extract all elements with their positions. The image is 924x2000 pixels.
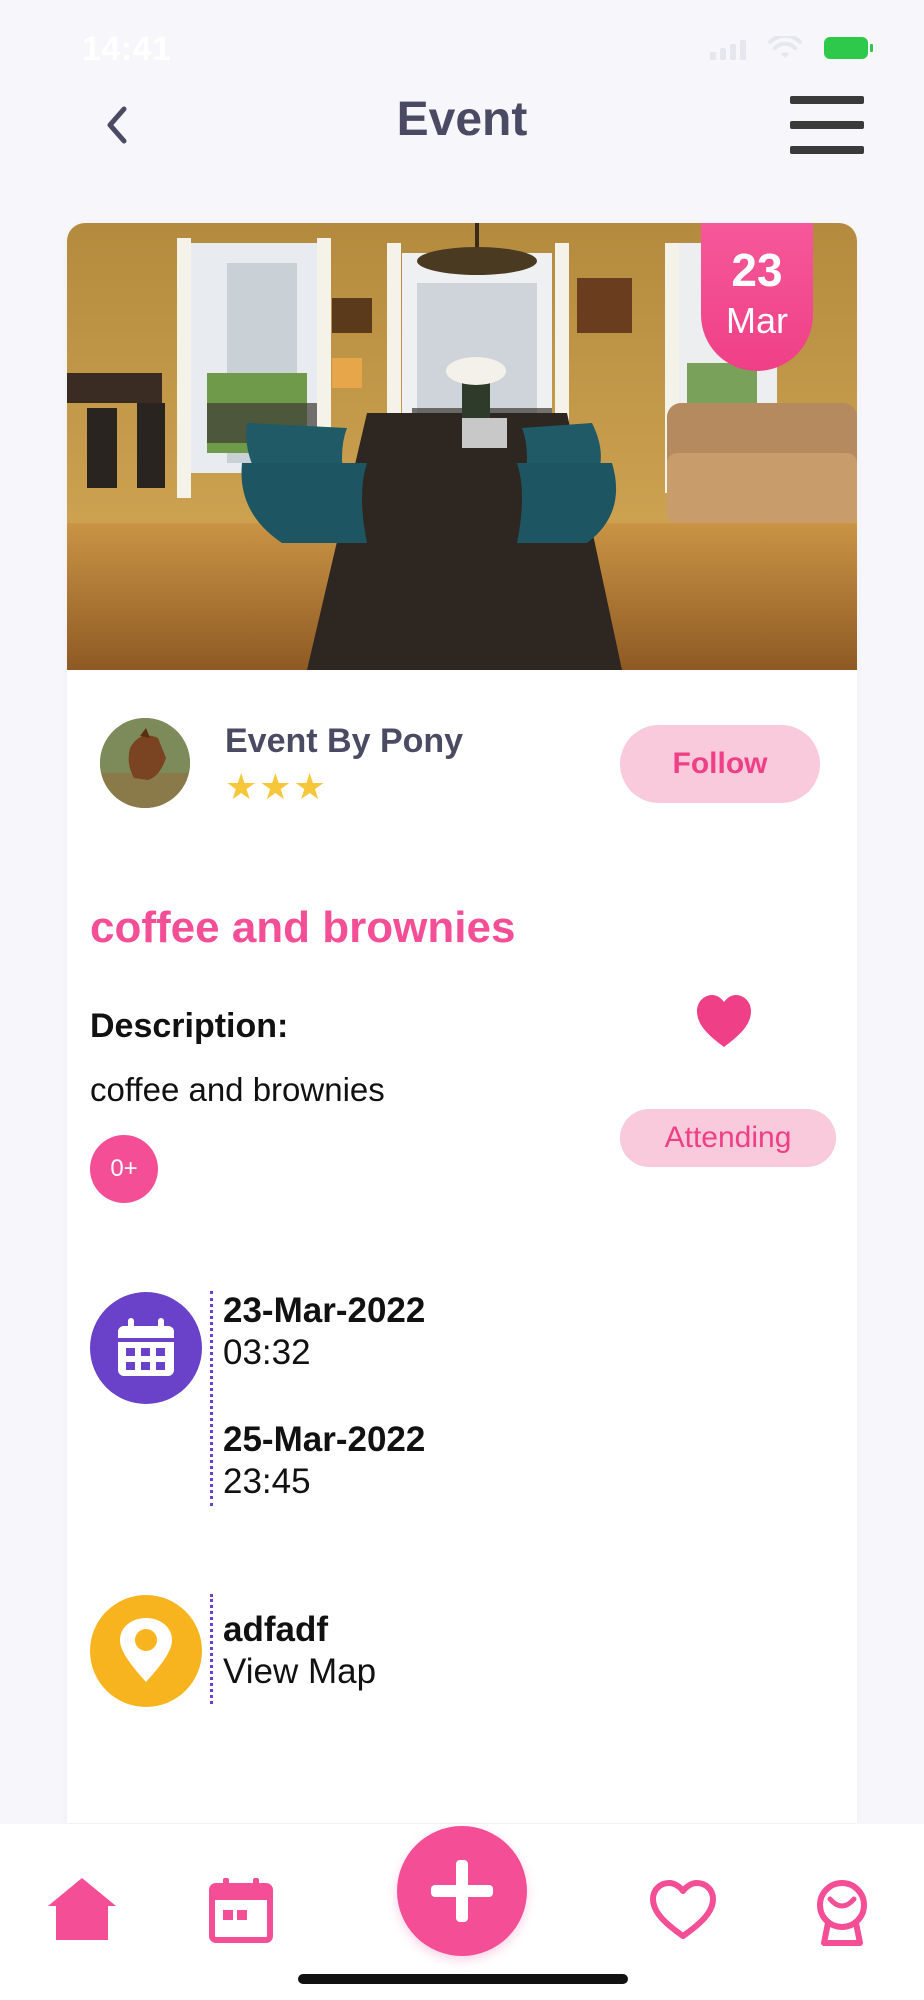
start-date-block: 23-Mar-2022 03:32 bbox=[223, 1290, 425, 1374]
organizer-row: Event By Pony ★★★ Follow bbox=[67, 670, 857, 830]
avatar-image bbox=[100, 718, 190, 808]
start-date: 23-Mar-2022 bbox=[223, 1291, 426, 1330]
home-indicator[interactable] bbox=[298, 1974, 628, 1984]
nav-calendar[interactable] bbox=[205, 1874, 277, 1946]
avatar[interactable] bbox=[100, 718, 190, 808]
age-badge: 0+ bbox=[90, 1135, 158, 1203]
event-photo: 23 Mar bbox=[67, 223, 857, 670]
favorite-heart-icon[interactable] bbox=[695, 993, 753, 1049]
follow-button[interactable]: Follow bbox=[620, 725, 820, 803]
start-time: 03:32 bbox=[223, 1333, 311, 1372]
menu-line bbox=[790, 96, 864, 104]
profile-icon bbox=[817, 1880, 867, 1946]
nav-favorites[interactable] bbox=[648, 1878, 718, 1942]
location-block: adfadf View Map bbox=[223, 1609, 376, 1693]
event-title: coffee and brownies bbox=[90, 903, 516, 952]
signal-icon bbox=[710, 36, 746, 60]
plus-icon bbox=[431, 1860, 493, 1922]
date-badge-day: 23 bbox=[731, 244, 783, 296]
view-map-link[interactable]: View Map bbox=[223, 1651, 376, 1693]
menu-line bbox=[790, 121, 864, 129]
location-name: adfadf bbox=[223, 1610, 328, 1649]
wifi-icon bbox=[768, 36, 802, 58]
event-screen: 14:41 Event 23 Mar Event By Pony ★★★ Fol… bbox=[0, 0, 924, 2000]
location-pin-icon bbox=[120, 1618, 172, 1682]
attending-button[interactable]: Attending bbox=[620, 1109, 836, 1167]
date-badge-month: Mar bbox=[726, 300, 788, 341]
header: Event bbox=[0, 80, 924, 170]
calendar-badge bbox=[90, 1292, 202, 1404]
location-badge bbox=[90, 1595, 202, 1707]
calendar-icon bbox=[118, 1318, 174, 1376]
battery-icon bbox=[824, 37, 873, 59]
end-date-block: 25-Mar-2022 23:45 bbox=[223, 1419, 425, 1503]
end-date: 25-Mar-2022 bbox=[223, 1420, 426, 1459]
description-label: Description: bbox=[90, 1007, 289, 1045]
home-icon bbox=[48, 1878, 116, 1940]
date-divider bbox=[210, 1291, 213, 1506]
nav-home[interactable] bbox=[44, 1874, 120, 1944]
add-event-button[interactable] bbox=[397, 1826, 527, 1956]
event-card: 23 Mar Event By Pony ★★★ Follow coffee a… bbox=[67, 223, 857, 1823]
date-badge: 23 Mar bbox=[701, 223, 813, 371]
description-text: coffee and brownies bbox=[90, 1071, 385, 1108]
location-divider bbox=[210, 1594, 213, 1704]
end-time: 23:45 bbox=[223, 1462, 311, 1501]
calendar-icon bbox=[209, 1878, 273, 1943]
nav-profile[interactable] bbox=[812, 1878, 872, 1948]
page-title: Event bbox=[396, 93, 528, 146]
organizer-name[interactable]: Event By Pony bbox=[225, 722, 463, 761]
heart-icon bbox=[650, 1880, 716, 1939]
menu-button[interactable] bbox=[790, 96, 864, 154]
menu-line bbox=[790, 146, 864, 154]
status-time: 14:41 bbox=[82, 30, 172, 68]
rating-stars: ★★★ bbox=[225, 766, 328, 807]
status-icons bbox=[710, 36, 873, 60]
